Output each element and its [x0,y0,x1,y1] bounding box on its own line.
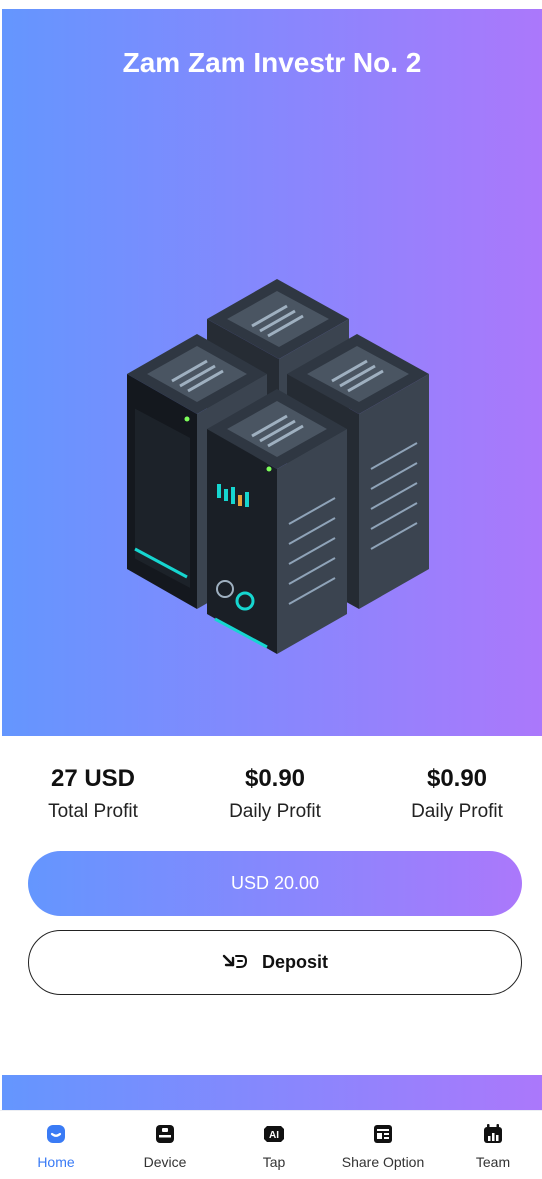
product-hero-banner: Zam Zam Investr No. 2 [2,9,542,736]
stat-value: $0.90 [426,765,488,792]
tab-home[interactable]: Home [6,1123,106,1170]
bottom-tab-bar: Home Device AI Tap Share Option Team [0,1110,542,1179]
tab-label: Tap [262,1154,286,1170]
deposit-button[interactable]: Deposit [28,930,522,995]
stat-daily-profit: $0.90 Daily Profit [185,765,365,823]
product-title: Zam Zam Investr No. 2 [122,47,422,78]
tab-label: Share Option [341,1154,425,1170]
price-button[interactable]: USD 20.00 [28,851,522,916]
server-rack-illustration [127,279,429,654]
stat-value: $0.90 [244,765,306,792]
device-icon [156,1125,174,1143]
deposit-label: Deposit [261,952,328,972]
share-card-icon [374,1125,392,1143]
tab-share-option[interactable]: Share Option [333,1123,433,1170]
tab-label: Device [143,1154,187,1170]
home-icon [47,1125,65,1143]
profit-stats: 27 USD Total Profit $0.90 Daily Profit $… [0,765,542,835]
stat-label: Daily Profit [411,801,503,822]
tab-label: Home [37,1154,75,1170]
ai-icon: AI [264,1126,284,1142]
svg-text:AI: AI [269,1130,279,1141]
server-tower-front [207,389,347,654]
tab-label: Team [475,1154,511,1170]
stat-total-profit: 27 USD Total Profit [3,765,183,823]
stat-daily-profit-secondary: $0.90 Daily Profit [367,765,542,823]
stat-value: 27 USD [50,765,136,792]
tab-device[interactable]: Device [115,1123,215,1170]
deposit-icon [222,954,247,968]
team-icon [484,1124,502,1143]
tab-tap[interactable]: AI Tap [224,1123,324,1170]
stat-label: Total Profit [48,801,138,822]
stat-label: Daily Profit [229,801,321,822]
tab-team[interactable]: Team [443,1123,542,1170]
